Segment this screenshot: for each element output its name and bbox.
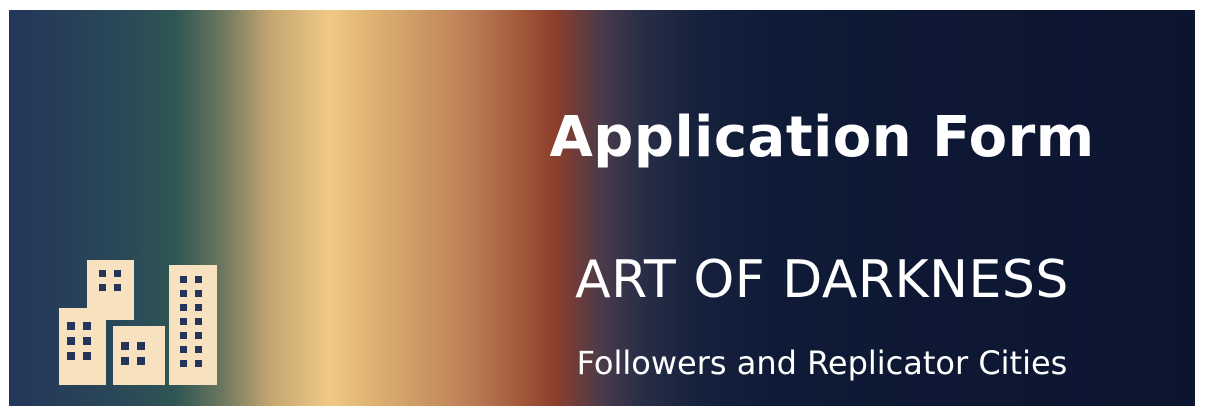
city-buildings-icon: [59, 260, 219, 385]
header-banner: Application Form ART OF DARKNESS Followe…: [9, 10, 1195, 406]
page-tagline: Followers and Replicator Cities: [576, 344, 1068, 382]
page-subtitle: ART OF DARKNESS: [575, 250, 1069, 310]
page-title: Application Form: [549, 105, 1095, 170]
